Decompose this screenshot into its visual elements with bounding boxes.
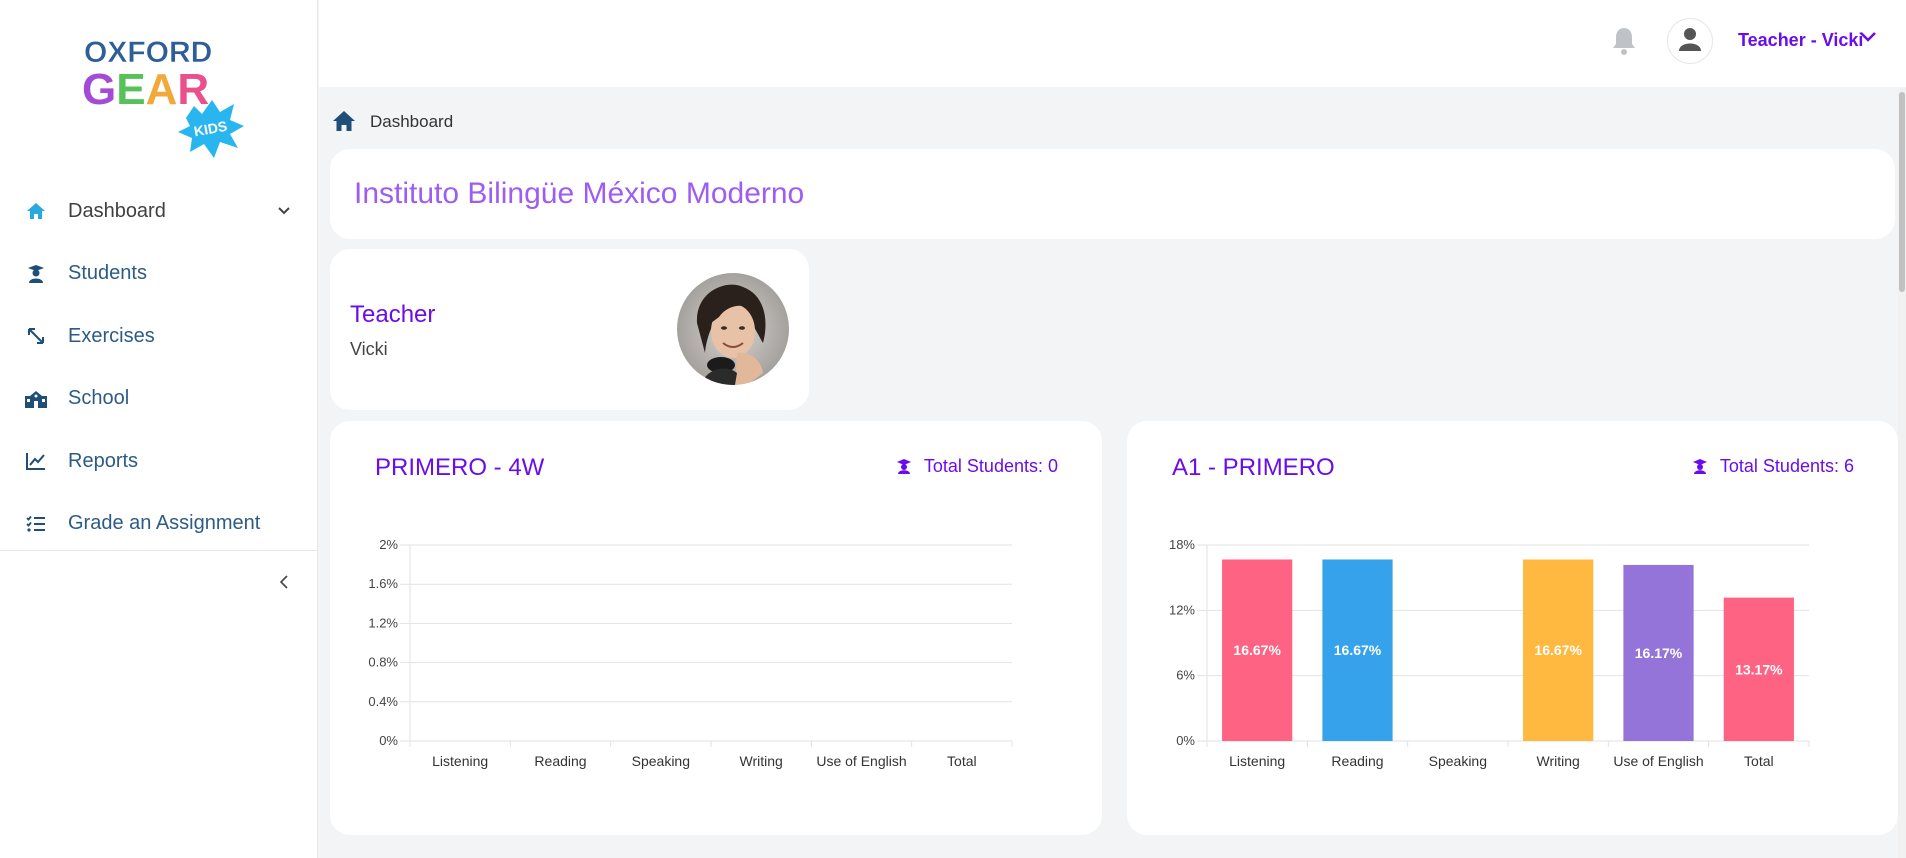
y-tick-label: 1.2% <box>368 615 398 630</box>
sidebar-item-label: School <box>68 387 130 410</box>
oxford-gear-kids-logo[interactable]: OXFORD GEAR KIDS <box>78 34 278 164</box>
list-check-icon <box>24 512 48 536</box>
y-tick-label: 6% <box>1176 668 1195 683</box>
sidebar-item-grade-assignment[interactable]: Grade an Assignment <box>0 493 318 556</box>
group-chart-card: PRIMERO - 4W Total Students: 0 0% 0.4% 0.8… <box>330 421 1102 835</box>
sidebar-divider <box>0 550 318 551</box>
x-tick-label: Speaking <box>632 753 690 769</box>
chevron-left-icon <box>279 574 288 594</box>
bar-data-label: 16.17% <box>1635 645 1683 661</box>
y-tick-label: 0% <box>1176 733 1195 748</box>
chevron-down-icon[interactable] <box>278 202 290 220</box>
sidebar-item-label: Exercises <box>68 324 155 347</box>
user-avatar-button[interactable] <box>1667 18 1713 64</box>
user-menu-label[interactable]: Teacher - Vicki <box>1738 30 1863 51</box>
y-tick-label: 12% <box>1169 602 1195 617</box>
x-tick-label: Speaking <box>1429 753 1487 769</box>
teacher-avatar <box>677 273 789 385</box>
sidebar: OXFORD GEAR KIDS Dashboard Students Exer… <box>0 0 318 858</box>
y-tick-label: 0% <box>379 733 398 748</box>
x-tick-label: Use of English <box>816 753 906 769</box>
bar-data-label: 13.17% <box>1735 661 1783 677</box>
svg-text:GEAR: GEAR <box>82 65 209 114</box>
group-performance-chart: 0% 0.4% 0.8% 1.2% 1.6% 2% Listening Reading Spea… <box>368 537 1013 769</box>
x-tick-label: Total <box>947 753 977 769</box>
sidebar-item-school[interactable]: School <box>0 368 318 431</box>
home-icon <box>24 199 48 223</box>
home-icon[interactable] <box>332 110 356 134</box>
x-tick-label: Use of English <box>1613 753 1703 769</box>
x-tick-label: Reading <box>534 753 586 769</box>
bell-icon[interactable] <box>1610 26 1638 56</box>
user-icon <box>1679 27 1701 56</box>
x-tick-label: Reading <box>1331 753 1383 769</box>
school-icon <box>24 387 48 411</box>
group-chart-card: A1 - PRIMERO Total Students: 6 0% 6% 12% 18… <box>1127 421 1898 835</box>
sidebar-nav: Dashboard Students Exercises School Repo… <box>0 180 318 555</box>
y-tick-label: 2% <box>379 537 398 552</box>
breadcrumb-current: Dashboard <box>370 112 454 131</box>
y-tick-label: 0.4% <box>368 694 398 709</box>
sidebar-item-label: Reports <box>68 449 139 472</box>
collapse-sidebar-button[interactable] <box>272 572 296 596</box>
x-tick-label: Writing <box>1537 753 1580 769</box>
bar-data-label: 16.67% <box>1534 642 1582 658</box>
x-tick-label: Total <box>1744 753 1774 769</box>
sidebar-item-students[interactable]: Students <box>0 243 318 306</box>
y-tick-label: 18% <box>1169 537 1195 552</box>
group-performance-chart: 0% 6% 12% 18% 16.67% Listening 16.67% Reading Sp… <box>1169 537 1810 769</box>
bar-data-label: 16.67% <box>1334 642 1382 658</box>
page-scrollbar[interactable] <box>1898 88 1906 858</box>
chevron-down-icon[interactable] <box>1860 30 1876 48</box>
sidebar-item-dashboard[interactable]: Dashboard <box>0 180 318 243</box>
school-name: Instituto Bilingüe México Moderno <box>354 177 805 210</box>
breadcrumb: Dashboard <box>332 110 453 134</box>
x-tick-label: Writing <box>740 753 783 769</box>
sidebar-item-label: Dashboard <box>68 199 166 222</box>
scrollbar-thumb[interactable] <box>1899 92 1905 292</box>
chart-line-icon <box>24 449 48 473</box>
sidebar-item-label: Students <box>68 262 147 285</box>
teacher-name: Vicki <box>350 339 388 359</box>
teacher-card: Teacher Vicki <box>330 249 809 410</box>
x-tick-label: Listening <box>432 753 488 769</box>
school-card: Instituto Bilingüe México Moderno <box>330 149 1895 239</box>
teacher-role: Teacher <box>350 301 436 328</box>
sidebar-item-reports[interactable]: Reports <box>0 430 318 493</box>
bar-data-label: 16.67% <box>1233 642 1281 658</box>
x-tick-label: Listening <box>1229 753 1285 769</box>
y-tick-label: 1.6% <box>368 576 398 591</box>
sidebar-item-label: Grade an Assignment <box>68 512 261 535</box>
student-icon <box>24 262 48 286</box>
sidebar-item-exercises[interactable]: Exercises <box>0 305 318 368</box>
y-tick-label: 0.8% <box>368 655 398 670</box>
arrows-icon <box>24 324 48 348</box>
